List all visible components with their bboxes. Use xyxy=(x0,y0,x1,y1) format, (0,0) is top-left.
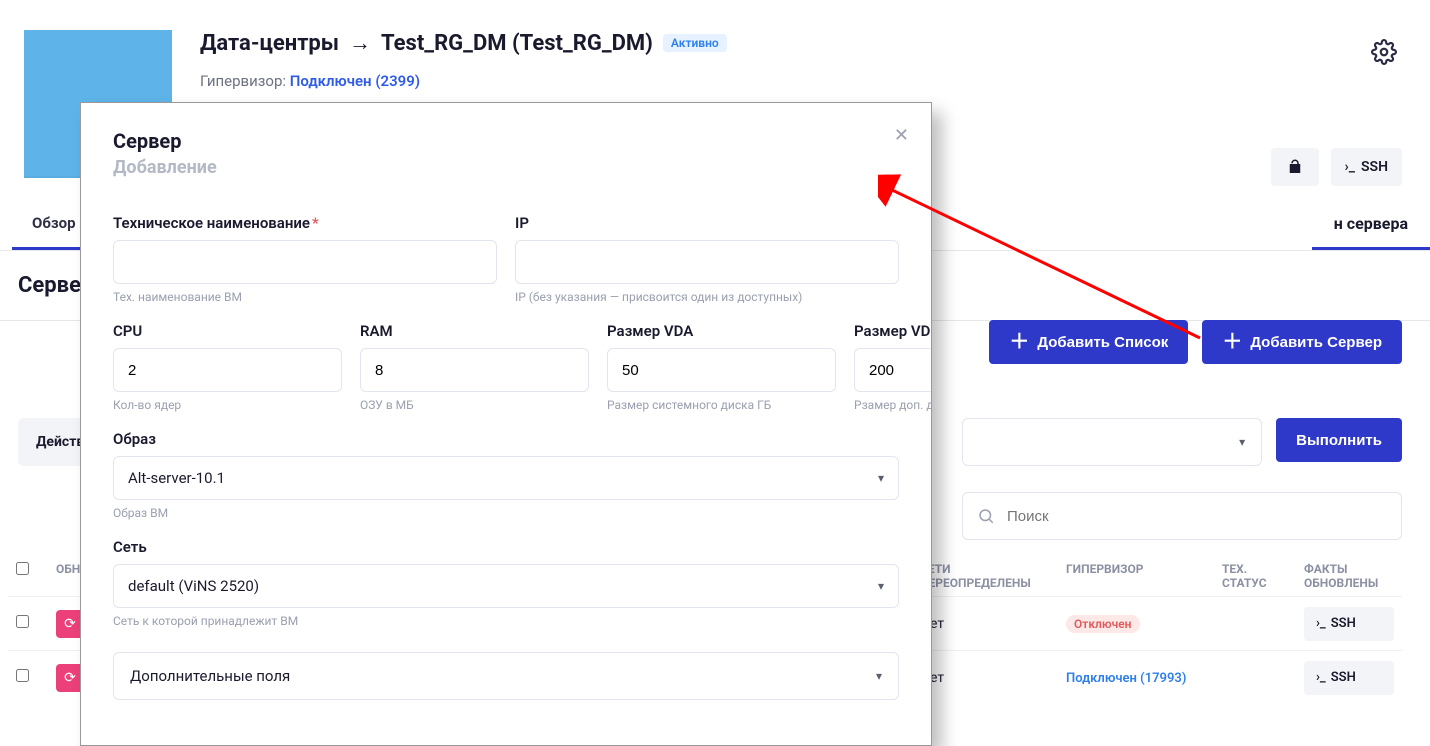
ip-hint: IP (без указания — присвоится один из до… xyxy=(515,290,899,304)
ram-label: RAM xyxy=(360,322,589,340)
execute-label: Выполнить xyxy=(1296,432,1382,449)
ip-input[interactable] xyxy=(515,240,899,284)
plus-icon: ＋ xyxy=(1009,332,1029,352)
chevron-right-icon: → xyxy=(349,30,371,56)
terminal-icon: ›_ xyxy=(1345,159,1355,175)
hypervisor-label: Гипервизор: xyxy=(200,72,286,90)
vdb-input[interactable] xyxy=(854,348,932,392)
name-label: Техническое наименование* xyxy=(113,214,497,232)
add-list-label: Добавить Список xyxy=(1037,334,1168,351)
add-server-label: Добавить Сервер xyxy=(1250,334,1382,351)
chevron-down-icon: ▾ xyxy=(1239,435,1245,449)
vda-hint: Размер системного диска ГБ xyxy=(607,398,836,412)
refresh-icon: ⟳ xyxy=(64,616,76,632)
image-value: Alt-server-10.1 xyxy=(128,469,225,487)
cpu-label: CPU xyxy=(113,322,342,340)
col-header-nets: СЕТИ ПЕРЕОПРЕДЕЛЕНЫ xyxy=(912,556,1058,596)
terminal-icon: ›_ xyxy=(1316,670,1326,685)
name-hint: Тех. наименование ВМ xyxy=(113,290,497,304)
ip-label: IP xyxy=(515,214,899,232)
settings-button[interactable] xyxy=(1362,30,1406,74)
search-icon xyxy=(977,507,995,525)
row-checkbox[interactable] xyxy=(16,669,29,682)
ssh-label: SSH xyxy=(1361,159,1388,175)
status-badge: Активно xyxy=(663,34,727,52)
net-hint: Сеть к которой принадлежит ВМ xyxy=(113,614,899,628)
chevron-down-icon: ▾ xyxy=(878,471,884,485)
breadcrumb-root[interactable]: Дата-центры xyxy=(200,31,339,56)
breadcrumb: Дата-центры → Test_RG_DM (Test_RG_DM) Ак… xyxy=(200,30,1334,56)
row-ssh-button[interactable]: ›_ SSH xyxy=(1304,661,1394,695)
modal-subtitle: Добавление xyxy=(113,157,899,178)
ssh-label: SSH xyxy=(1331,616,1356,631)
vda-label: Размер VDA xyxy=(607,322,836,340)
hypervisor-status[interactable]: Подключен (17993) xyxy=(1066,671,1186,686)
chevron-down-icon: ▾ xyxy=(878,579,884,593)
terminal-icon: ›_ xyxy=(1316,616,1326,631)
add-list-button[interactable]: ＋ Добавить Список xyxy=(989,320,1188,364)
cell-nets: Нет xyxy=(912,664,1058,692)
modal-title: Сервер xyxy=(113,129,899,153)
row-checkbox[interactable] xyxy=(16,615,29,628)
image-select[interactable]: Alt-server-10.1 ▾ xyxy=(113,456,899,500)
vdb-hint: Рзамер доп. диска ГБ xyxy=(854,398,932,412)
add-server-modal: ✕ Сервер Добавление Техническое наименов… xyxy=(80,102,932,746)
tab-server-plan[interactable]: н сервера xyxy=(1312,200,1430,250)
plus-icon: ＋ xyxy=(1222,332,1242,352)
col-header-status: ТЕХ. СТАТУС xyxy=(1214,556,1296,596)
row-ssh-button[interactable]: ›_ SSH xyxy=(1304,607,1394,641)
search-box[interactable] xyxy=(962,492,1402,540)
cell-nets: Нет xyxy=(912,610,1058,638)
col-header-facts: ФАКТЫ ОБНОВЛЕНЫ xyxy=(1296,556,1402,596)
image-label: Образ xyxy=(113,430,899,448)
net-label: Сеть xyxy=(113,538,899,556)
vda-input[interactable] xyxy=(607,348,836,392)
unlock-icon xyxy=(1286,158,1304,176)
cpu-input[interactable] xyxy=(113,348,342,392)
vdb-label: Размер VDB xyxy=(854,322,932,340)
chevron-down-icon: ▾ xyxy=(876,669,882,683)
select-all-checkbox[interactable] xyxy=(16,562,29,575)
ram-input[interactable] xyxy=(360,348,589,392)
cpu-hint: Кол-во ядер xyxy=(113,398,342,412)
search-input[interactable] xyxy=(1007,508,1387,525)
ram-hint: ОЗУ в МБ xyxy=(360,398,589,412)
additional-fields-accordion[interactable]: Дополнительные поля ▾ xyxy=(113,652,899,700)
action-select[interactable]: ▾ xyxy=(962,418,1262,466)
close-button[interactable]: ✕ xyxy=(894,125,909,146)
accordion-label: Дополнительные поля xyxy=(130,667,290,685)
lock-button[interactable] xyxy=(1271,148,1319,186)
breadcrumb-current: Test_RG_DM (Test_RG_DM) xyxy=(381,31,653,56)
ssh-label: SSH xyxy=(1331,670,1356,685)
close-icon: ✕ xyxy=(894,125,909,146)
net-value: default (ViNS 2520) xyxy=(128,577,259,595)
image-hint: Образ ВМ xyxy=(113,506,899,520)
hypervisor-status: Отключен xyxy=(1066,615,1140,633)
ssh-button[interactable]: ›_ SSH xyxy=(1331,148,1403,186)
col-header-hyp: ГИПЕРВИЗОР xyxy=(1058,556,1214,596)
hypervisor-link[interactable]: Подключен (2399) xyxy=(290,72,420,90)
execute-button[interactable]: Выполнить xyxy=(1276,418,1402,462)
name-input[interactable] xyxy=(113,240,497,284)
net-select[interactable]: default (ViNS 2520) ▾ xyxy=(113,564,899,608)
add-server-button[interactable]: ＋ Добавить Сервер xyxy=(1202,320,1402,364)
refresh-icon: ⟳ xyxy=(64,670,76,686)
